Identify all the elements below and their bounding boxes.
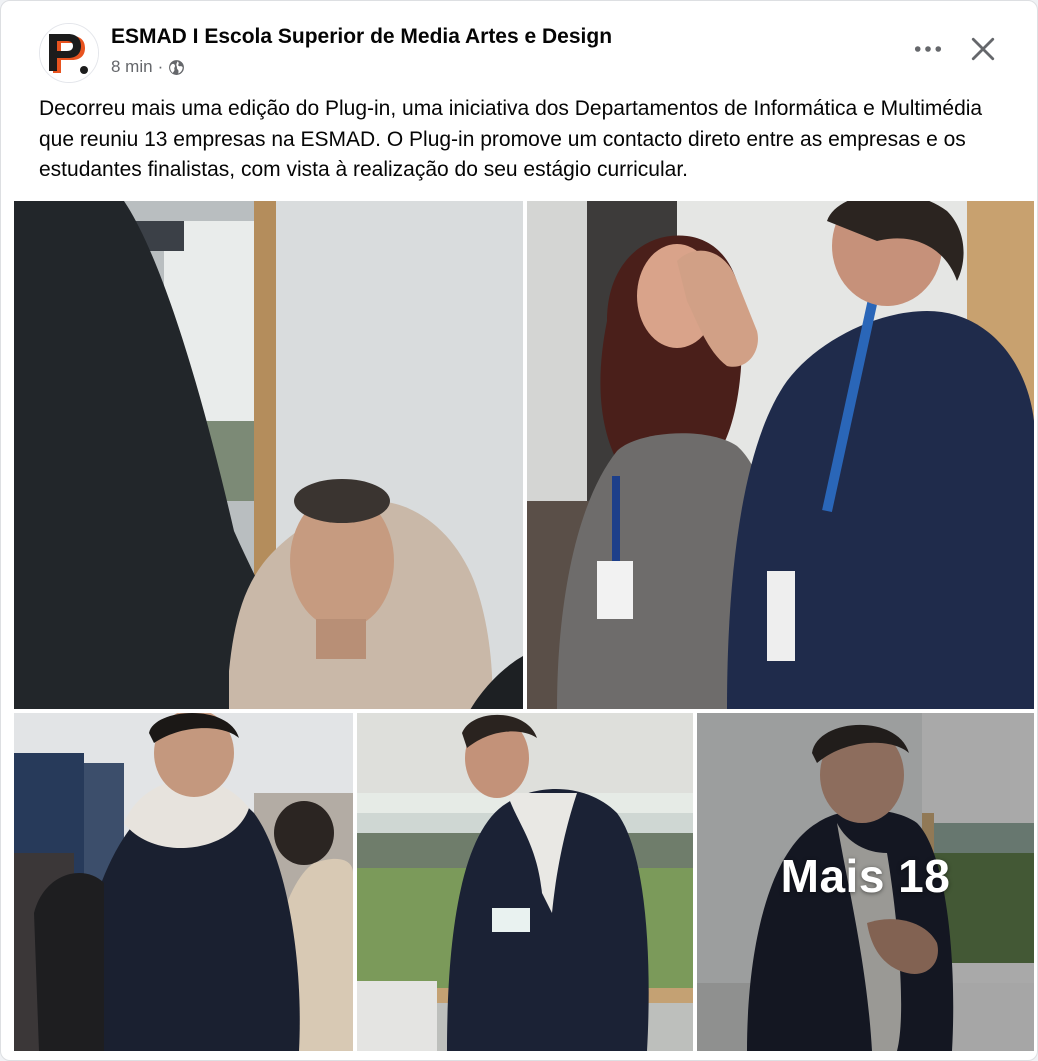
facebook-post: ESMAD I Escola Superior de Media Artes e… xyxy=(0,0,1038,1061)
page-avatar[interactable] xyxy=(39,23,99,83)
post-photo-4[interactable] xyxy=(357,713,693,1051)
plugin-logo-icon xyxy=(40,24,98,82)
page-name-link[interactable]: ESMAD I Escola Superior de Media Artes e… xyxy=(111,25,612,49)
close-post-button[interactable] xyxy=(961,29,1005,69)
post-message: Decorreu mais uma edição do Plug-in, uma… xyxy=(39,97,983,181)
more-photos-overlay[interactable]: Mais 18 xyxy=(697,713,1034,1051)
post-options-button[interactable] xyxy=(905,29,951,69)
globe-icon xyxy=(168,59,185,76)
meta-separator: · xyxy=(157,57,164,76)
post-meta: 8 min · xyxy=(111,57,185,77)
post-photo-2[interactable] xyxy=(527,201,1034,709)
more-horizontal-icon xyxy=(914,46,942,52)
close-icon xyxy=(971,37,995,61)
post-photo-1[interactable] xyxy=(14,201,523,709)
post-photo-3[interactable] xyxy=(14,713,353,1051)
more-photos-label: Mais 18 xyxy=(780,850,951,902)
post-timestamp[interactable]: 8 min xyxy=(111,57,153,77)
